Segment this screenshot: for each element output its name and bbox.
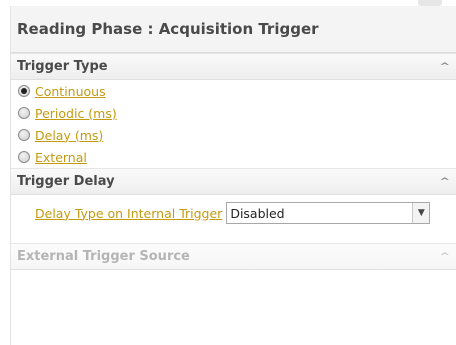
radio-option-continuous[interactable]: Continuous (11, 80, 456, 102)
radio-option-external[interactable]: External (11, 146, 456, 168)
chevron-up-icon[interactable]: ^ (440, 177, 451, 187)
chevron-up-icon[interactable]: ^ (440, 62, 451, 72)
delay-type-value[interactable]: Disabled (227, 206, 412, 221)
section-title-trigger-type: Trigger Type (17, 59, 108, 74)
panel-title: Reading Phase : Acquisition Trigger (11, 6, 456, 53)
radio-label-periodic[interactable]: Periodic (ms) (35, 106, 117, 121)
section-header-trigger-type[interactable]: Trigger Type ^ (11, 53, 456, 80)
radio-icon[interactable] (18, 151, 30, 163)
section-header-trigger-delay[interactable]: Trigger Delay ^ (11, 168, 456, 195)
acquisition-trigger-panel: Reading Phase : Acquisition Trigger Trig… (10, 6, 456, 345)
chevron-down-icon[interactable]: ▼ (412, 203, 430, 223)
delay-type-row: Delay Type on Internal Trigger Disabled … (11, 195, 456, 231)
radio-label-continuous[interactable]: Continuous (35, 84, 106, 99)
radio-option-periodic[interactable]: Periodic (ms) (11, 102, 456, 124)
radio-icon[interactable] (18, 107, 30, 119)
radio-label-external[interactable]: External (35, 150, 87, 165)
section-title-trigger-delay: Trigger Delay (17, 174, 115, 189)
delay-type-select[interactable]: Disabled ▼ (226, 202, 431, 224)
radio-icon[interactable] (18, 129, 30, 141)
section-title-external-source: External Trigger Source (17, 249, 190, 264)
radio-label-delay[interactable]: Delay (ms) (35, 128, 103, 143)
chevron-up-icon: ^ (439, 251, 451, 262)
radio-icon[interactable] (18, 85, 30, 97)
delay-type-label[interactable]: Delay Type on Internal Trigger (35, 206, 222, 221)
section-header-external-source: External Trigger Source ^ (11, 243, 456, 270)
radio-option-delay[interactable]: Delay (ms) (11, 124, 456, 146)
